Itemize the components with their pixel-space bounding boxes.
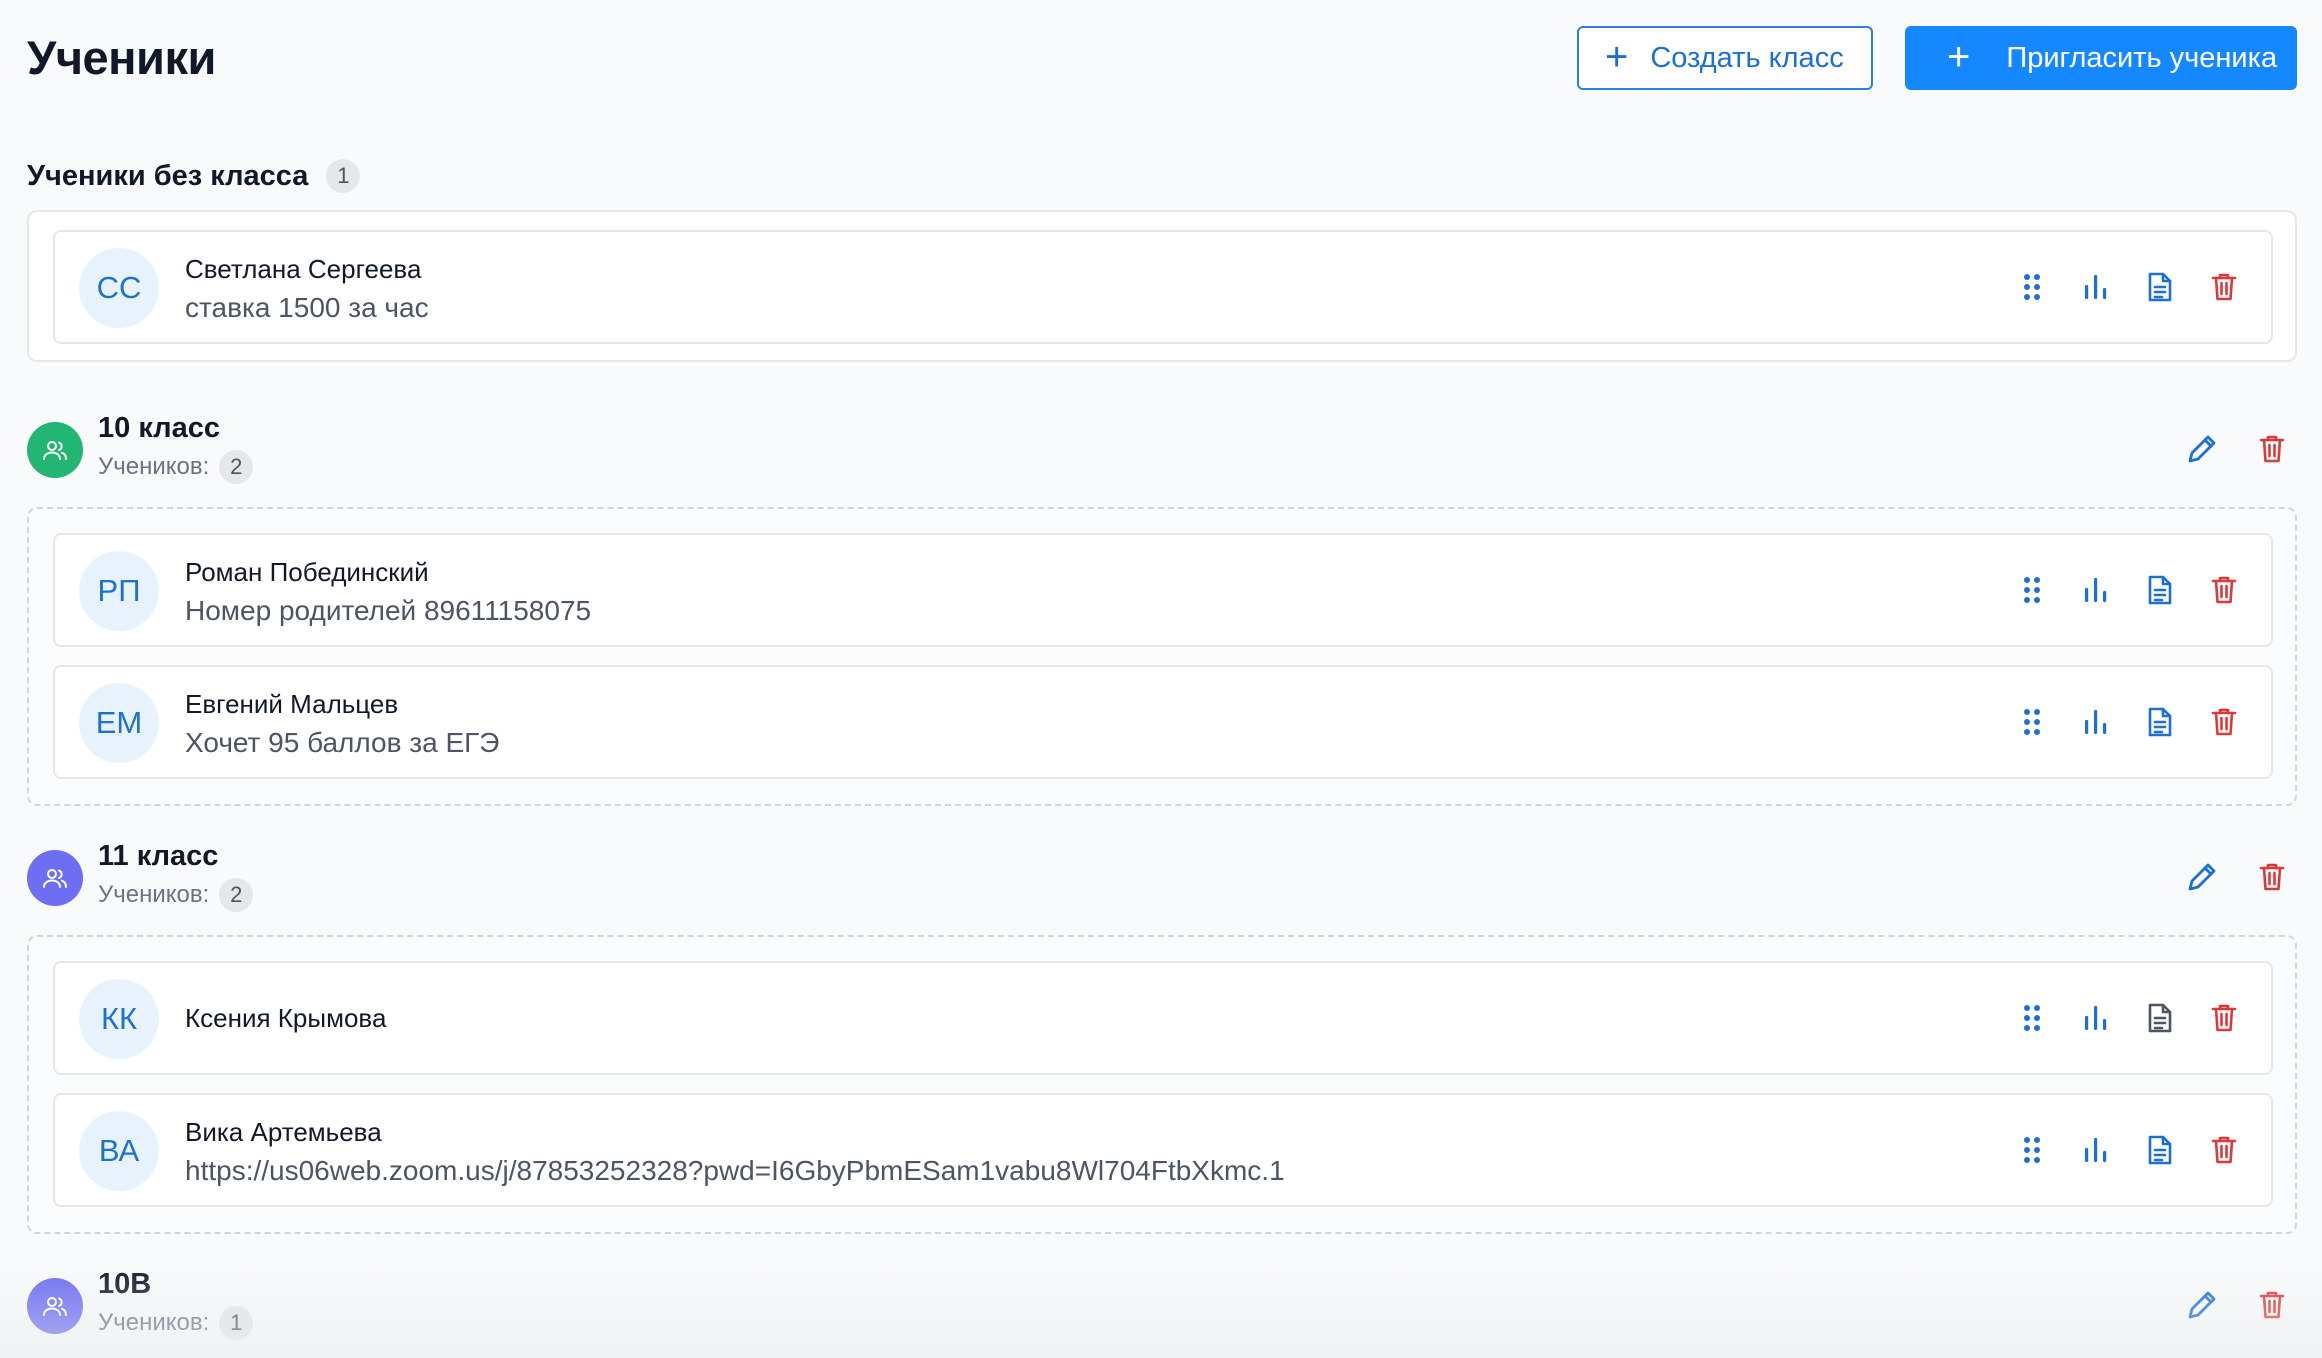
class-name: 10 класс [98, 412, 220, 444]
avatar: СС [79, 248, 159, 328]
class-header: 10В Учеников: 1 [27, 1268, 2297, 1344]
unassigned-section-title: Ученики без класса [27, 159, 309, 192]
page-header: Ученики + Создать класс + Пригласить уче… [27, 0, 2297, 118]
student-name: Вика Артемьева [185, 1117, 382, 1147]
student-actions [1993, 993, 2249, 1043]
class-count: Учеников: 1 [98, 1306, 254, 1340]
unassigned-section-header: Ученики без класса 1 [27, 156, 361, 196]
trash-icon[interactable] [2199, 993, 2249, 1043]
drag-handle-icon[interactable] [2007, 697, 2057, 747]
class-actions [2157, 424, 2297, 474]
avatar: РП [79, 551, 159, 631]
stats-chart-icon[interactable] [2071, 993, 2121, 1043]
student-note: https://us06web.zoom.us/j/87853252328?pw… [185, 1155, 1285, 1186]
class-count-badge: 2 [219, 878, 254, 912]
trash-icon[interactable] [2199, 1125, 2249, 1175]
stats-chart-icon[interactable] [2071, 697, 2121, 747]
create-class-label: Создать класс [1650, 41, 1844, 74]
document-icon[interactable] [2135, 1125, 2185, 1175]
trash-icon[interactable] [2247, 424, 2297, 474]
class-count-label: Учеников: [98, 881, 210, 908]
class-header: 10 класс Учеников: 2 [27, 412, 2297, 488]
stats-chart-icon[interactable] [2071, 565, 2121, 615]
student-actions [1993, 697, 2249, 747]
class-count-label: Учеников: [98, 453, 210, 480]
plus-icon: + [1947, 34, 1971, 79]
class-count-badge: 2 [219, 450, 254, 484]
document-icon[interactable] [2135, 565, 2185, 615]
trash-icon[interactable] [2199, 262, 2249, 312]
student-card[interactable]: КК Ксения Крымова [53, 961, 2273, 1075]
class-count-label: Учеников: [98, 1309, 210, 1336]
edit-pencil-icon[interactable] [2177, 424, 2227, 474]
document-icon[interactable] [2135, 262, 2185, 312]
student-actions [1993, 1125, 2249, 1175]
avatar: КК [79, 979, 159, 1059]
invite-student-button[interactable]: + Пригласить ученика [1905, 26, 2297, 90]
students-page: Ученики + Создать класс + Пригласить уче… [0, 0, 2322, 1358]
unassigned-count-badge: 1 [326, 159, 361, 193]
unassigned-student-list: СС Светлана Сергеева ставка 1500 за час [27, 210, 2297, 362]
student-actions [1993, 565, 2249, 615]
student-card[interactable]: ЕМ Евгений Мальцев Хочет 95 баллов за ЕГ… [53, 665, 2273, 779]
student-note: Хочет 95 баллов за ЕГЭ [185, 727, 500, 758]
class-name: 11 класс [98, 840, 219, 872]
create-class-button[interactable]: + Создать класс [1577, 26, 1873, 90]
class-student-list: РП Роман Побединский Номер родителей 896… [27, 507, 2297, 806]
student-note: Номер родителей 89611158075 [185, 595, 592, 626]
class-count: Учеников: 2 [98, 878, 254, 912]
class-count: Учеников: 2 [98, 450, 254, 484]
student-actions [1993, 262, 2249, 312]
student-note: ставка 1500 за час [185, 292, 429, 323]
student-card[interactable]: ВА Вика Артемьева https://us06web.zoom.u… [53, 1093, 2273, 1207]
class-actions [2157, 1280, 2297, 1330]
edit-pencil-icon[interactable] [2177, 852, 2227, 902]
student-name: Роман Побединский [185, 557, 429, 587]
drag-handle-icon[interactable] [2007, 262, 2057, 312]
stats-chart-icon[interactable] [2071, 1125, 2121, 1175]
student-name: Светлана Сергеева [185, 254, 422, 284]
page-title: Ученики [27, 31, 216, 84]
trash-icon[interactable] [2247, 1280, 2297, 1330]
invite-student-label: Пригласить ученика [2006, 41, 2278, 74]
class-count-badge: 1 [219, 1306, 254, 1340]
document-icon[interactable] [2135, 993, 2185, 1043]
class-student-list: КК Ксения Крымова ВА Вика Артемьева http… [27, 935, 2297, 1234]
student-name: Ксения Крымова [185, 1003, 387, 1033]
drag-handle-icon[interactable] [2007, 565, 2057, 615]
class-name: 10В [98, 1268, 152, 1300]
student-name: Евгений Мальцев [185, 689, 399, 719]
student-card[interactable]: СС Светлана Сергеева ставка 1500 за час [53, 230, 2273, 344]
avatar: ВА [79, 1111, 159, 1191]
document-icon[interactable] [2135, 697, 2185, 747]
student-card[interactable]: РП Роман Побединский Номер родителей 896… [53, 533, 2273, 647]
class-header: 11 класс Учеников: 2 [27, 840, 2297, 916]
drag-handle-icon[interactable] [2007, 1125, 2057, 1175]
edit-pencil-icon[interactable] [2177, 1280, 2227, 1330]
class-actions [2157, 852, 2297, 902]
trash-icon[interactable] [2199, 565, 2249, 615]
stats-chart-icon[interactable] [2071, 262, 2121, 312]
drag-handle-icon[interactable] [2007, 993, 2057, 1043]
trash-icon[interactable] [2199, 697, 2249, 747]
users-icon [27, 422, 83, 478]
trash-icon[interactable] [2247, 852, 2297, 902]
users-icon [27, 850, 83, 906]
users-icon [27, 1278, 83, 1334]
avatar: ЕМ [79, 683, 159, 763]
plus-icon: + [1605, 34, 1629, 79]
